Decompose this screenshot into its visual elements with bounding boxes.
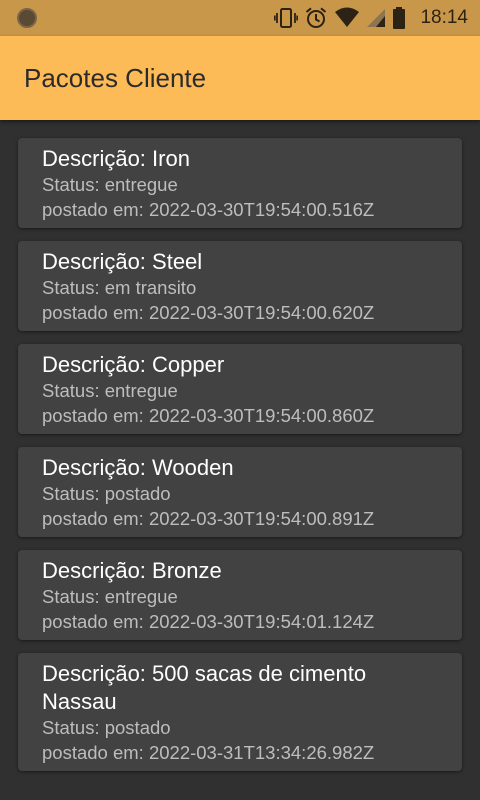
battery-icon <box>393 7 406 29</box>
package-status: Status: postado <box>42 717 171 738</box>
package-posted-date: postado em: 2022-03-30T19:54:00.620Z <box>42 301 375 323</box>
package-description: Descrição: Copper <box>42 352 225 377</box>
status-icons: 18:14 <box>268 0 468 36</box>
package-list[interactable]: Descrição: Iron Status: entregue postado… <box>18 138 462 784</box>
clock-time: 18:14 <box>420 7 468 28</box>
package-card[interactable]: Descrição: 500 sacas de cimento Nassau S… <box>18 653 462 771</box>
package-posted-date: postado em: 2022-03-30T19:54:00.860Z <box>42 404 375 426</box>
package-status: Status: entregue <box>42 174 178 195</box>
notification-circle-icon <box>17 8 37 28</box>
page-title: Pacotes Cliente <box>24 63 207 93</box>
package-status: Status: entregue <box>42 380 178 401</box>
package-posted-date: postado em: 2022-03-30T19:54:00.891Z <box>42 507 375 529</box>
package-card[interactable]: Descrição: Copper Status: entregue posta… <box>18 344 462 434</box>
package-description: Descrição: Wooden <box>42 455 234 480</box>
app-bar: Pacotes Cliente <box>0 36 480 120</box>
signal-icon <box>367 9 386 27</box>
package-card[interactable]: Descrição: Wooden Status: postado postad… <box>18 447 462 537</box>
package-card[interactable]: Descrição: Steel Status: em transito pos… <box>18 241 462 331</box>
package-posted-date: postado em: 2022-03-31T13:34:26.982Z <box>42 741 375 763</box>
package-card[interactable]: Descrição: Bronze Status: entregue posta… <box>18 550 462 640</box>
package-status: Status: entregue <box>42 586 178 607</box>
alarm-icon <box>306 7 327 28</box>
package-description: Descrição: Steel <box>42 249 203 274</box>
package-status: Status: postado <box>42 483 171 504</box>
package-status: Status: em transito <box>42 277 197 298</box>
package-description: Descrição: Iron <box>42 146 190 171</box>
package-posted-date: postado em: 2022-03-30T19:54:00.516Z <box>42 198 375 220</box>
status-bar: 18:14 <box>0 0 480 36</box>
package-posted-date: postado em: 2022-03-30T19:54:01.124Z <box>42 610 375 632</box>
package-card[interactable]: Descrição: Iron Status: entregue postado… <box>18 138 462 228</box>
package-description: Descrição: Bronze <box>42 558 222 583</box>
wifi-icon <box>335 7 360 27</box>
vibrate-icon <box>274 8 299 28</box>
package-description: Descrição: 500 sacas de cimento Nassau <box>42 661 367 714</box>
